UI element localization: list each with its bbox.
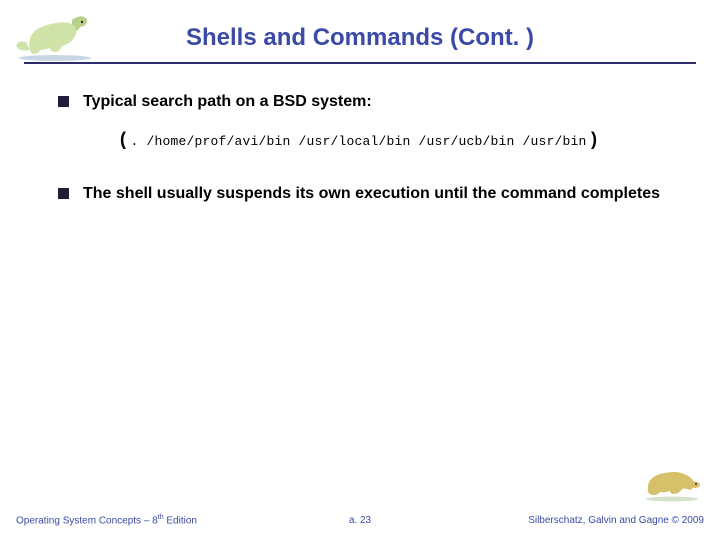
close-paren: ) (591, 129, 597, 149)
bullet-item: The shell usually suspends its own execu… (58, 184, 680, 205)
dinosaur-icon (640, 462, 704, 502)
bullet-text: The shell usually suspends its own execu… (83, 184, 660, 205)
title-divider (24, 62, 696, 64)
slide-body: Typical search path on a BSD system: ( .… (58, 92, 680, 221)
search-path-text: . /home/prof/avi/bin /usr/local/bin /usr… (130, 134, 586, 149)
search-path-line: ( . /home/prof/avi/bin /usr/local/bin /u… (120, 129, 680, 150)
square-bullet-icon (58, 188, 69, 199)
footer-right: Silberschatz, Galvin and Gagne © 2009 (528, 515, 704, 526)
square-bullet-icon (58, 96, 69, 107)
slide-title: Shells and Commands (Cont. ) (0, 24, 720, 52)
bullet-item: Typical search path on a BSD system: (58, 92, 680, 113)
open-paren: ( (120, 129, 126, 149)
bullet-text: Typical search path on a BSD system: (83, 92, 372, 113)
